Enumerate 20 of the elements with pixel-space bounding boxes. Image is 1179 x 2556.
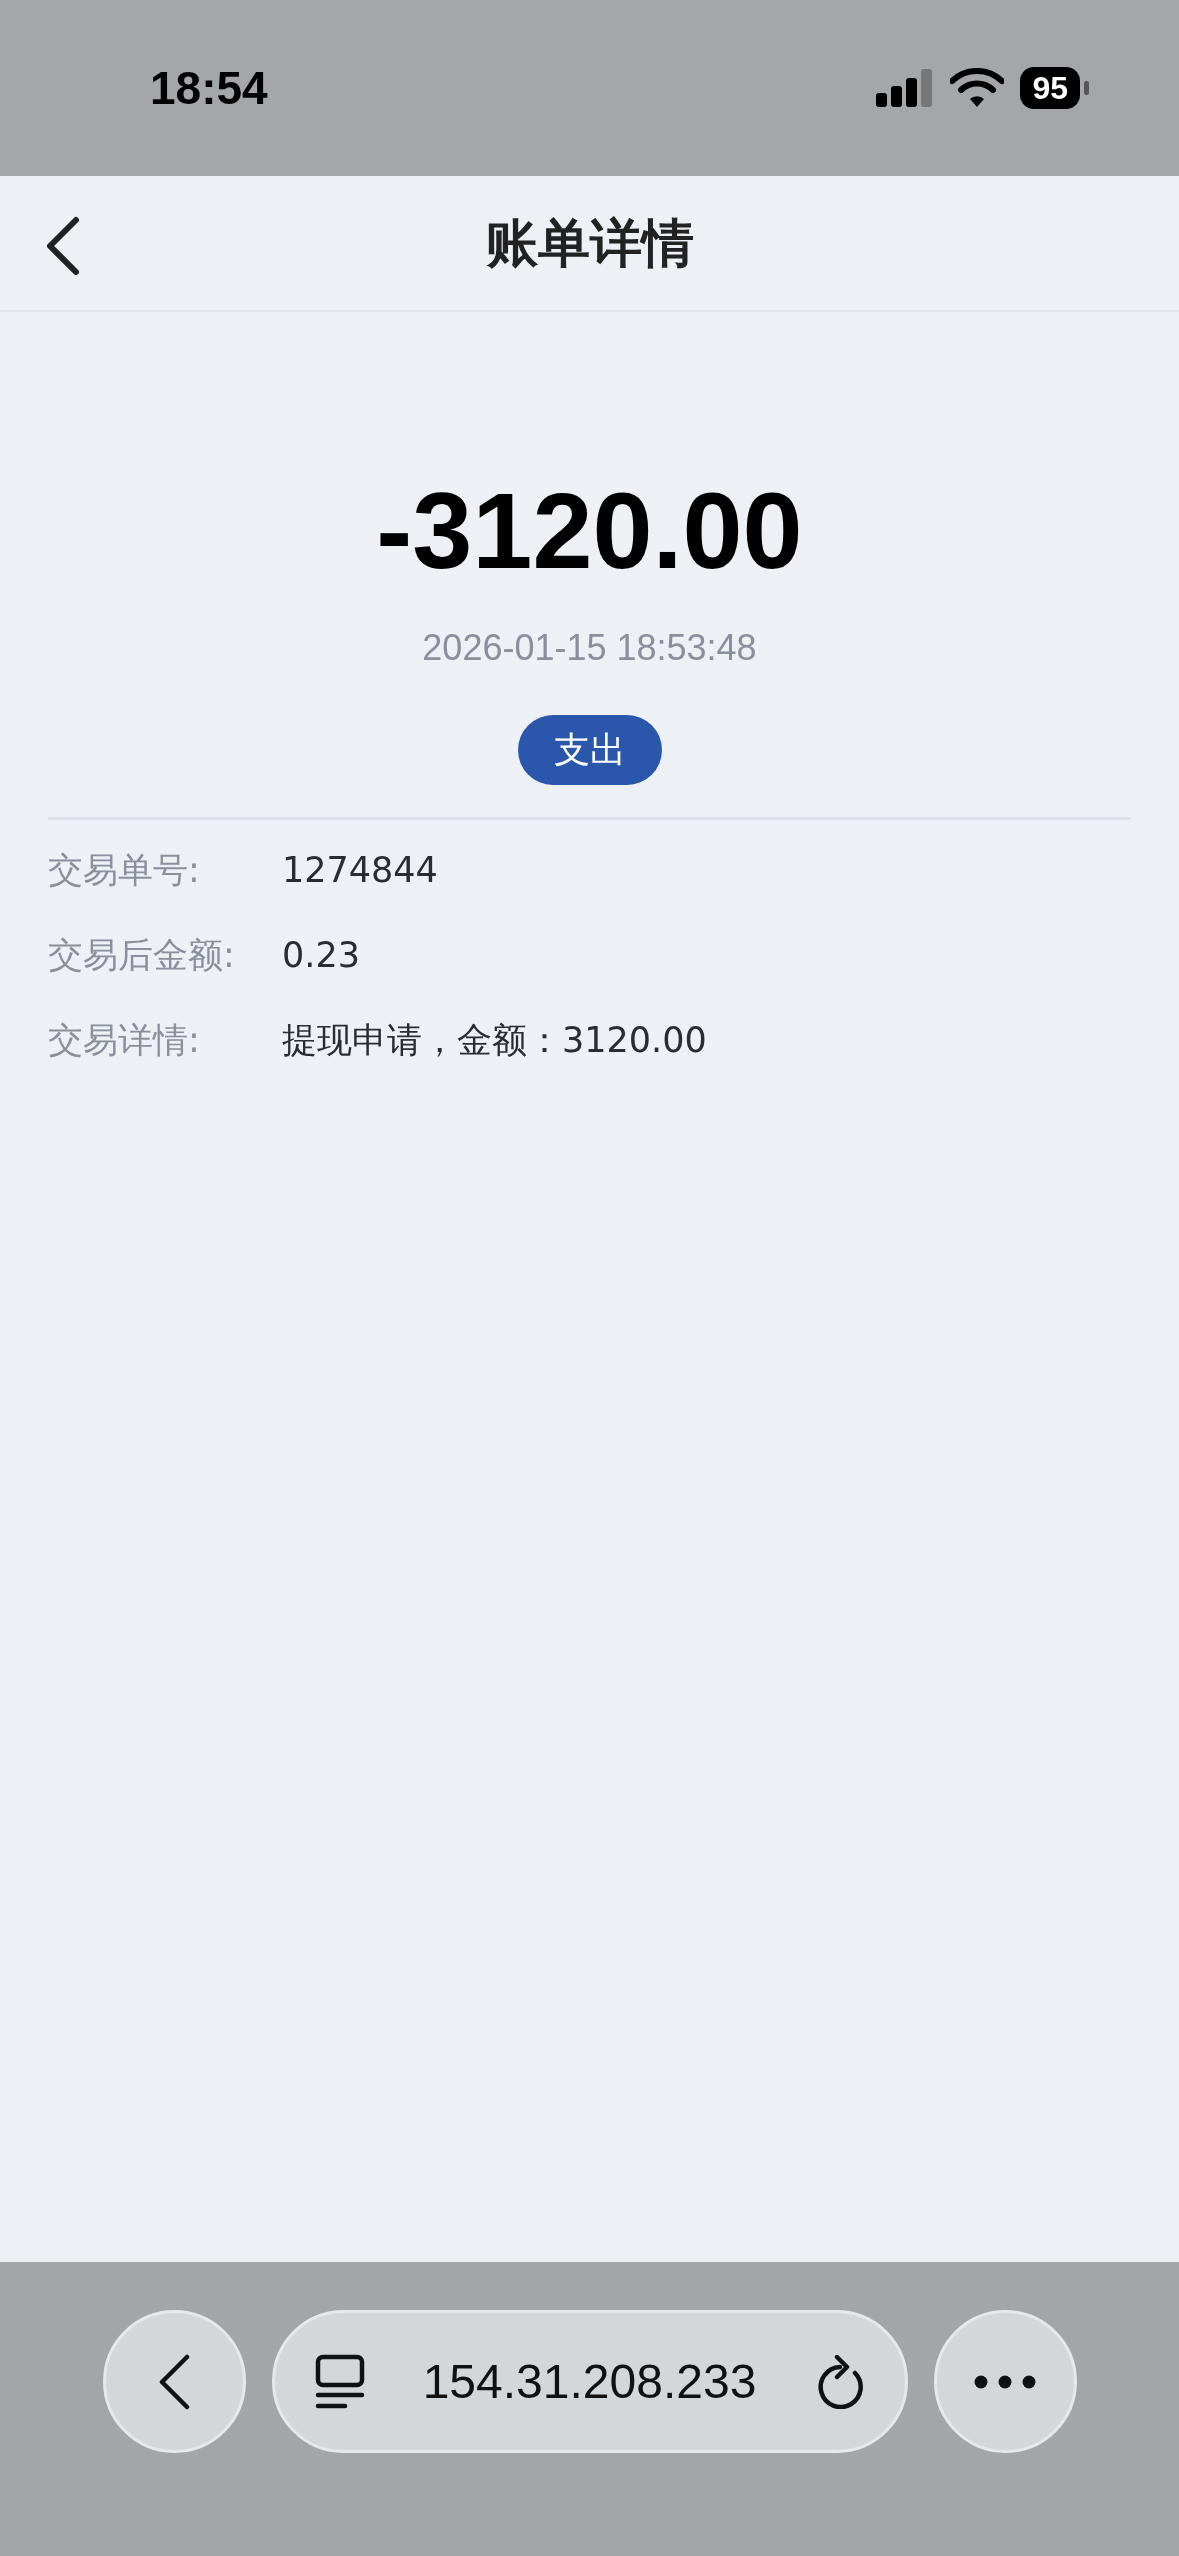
wifi-icon [950, 68, 1005, 108]
detail-value: 0.23 [282, 934, 360, 978]
status-time: 18:54 [150, 60, 268, 116]
page-title: 账单详情 [485, 212, 694, 275]
signal-icon [876, 69, 935, 107]
amount: -3120.00 [376, 472, 803, 591]
detail-label: 交易单号: [48, 849, 201, 893]
transaction-datetime: 2026-01-15 18:53:48 [422, 625, 757, 670]
type-badge: 支出 [517, 714, 662, 785]
battery-tip-icon [1084, 81, 1089, 95]
detail-value: 1274844 [282, 849, 438, 893]
url-text: 154.31.208.233 [422, 2353, 757, 2410]
detail-label: 交易详情: [48, 1019, 201, 1063]
detail-label: 交易后金额: [48, 934, 236, 978]
address-bar[interactable]: 154.31.208.233 [271, 2310, 908, 2453]
more-icon [974, 2374, 1036, 2389]
battery-level: 95 [1020, 67, 1080, 109]
back-icon [157, 2353, 191, 2410]
reader-icon[interactable] [314, 2353, 365, 2410]
detail-value: 提现申请，金额：3120.00 [282, 1019, 707, 1063]
